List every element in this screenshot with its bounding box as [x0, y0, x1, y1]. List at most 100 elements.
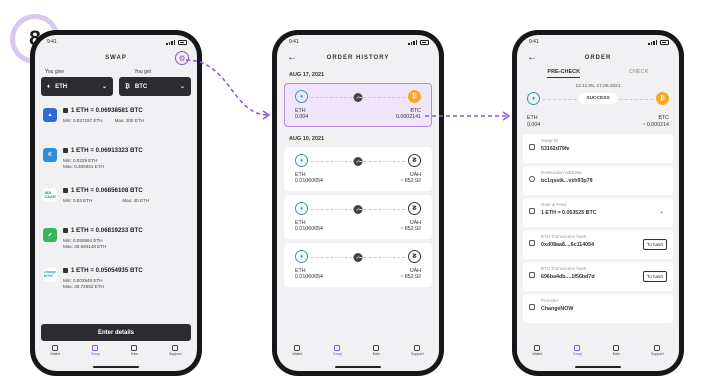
offer-item[interactable]: ➶ 1 ETH = 0.06819233 BTC Min: 0.050694 E… — [41, 222, 191, 259]
detail-eth-hash: ETH Transaction hash 0xd08aa8....6c11405… — [523, 230, 673, 260]
provider-icon — [529, 304, 535, 311]
home-indicator — [335, 366, 381, 368]
tab-swap[interactable]: Swap — [91, 345, 100, 356]
battery-icon — [178, 39, 187, 45]
detail-rate-fees[interactable]: Rate & Fees 1 ETH = 0.053525 BTC ⌄ — [523, 198, 673, 228]
chevron-down-icon: ⌄ — [101, 84, 107, 90]
provider-logo: K — [43, 148, 57, 162]
currency-selectors: ♦ ETH ⌄ ₿ BTC ⌄ — [35, 77, 197, 96]
wallet-icon — [294, 345, 301, 351]
detail-value: bc1qsstk...vxh93p78 — [541, 178, 593, 185]
order-card[interactable]: ♦ ✓ ₴ ETH 0.01060654 UAH ~ 852.92 — [284, 243, 432, 287]
order-card[interactable]: ♦ ✓ ₿ ETH 0.004 BTC 0.0002141 — [284, 83, 432, 127]
offer-min: Min: 0.0229 ETH — [63, 158, 98, 163]
battery-icon — [420, 39, 429, 45]
bottom-tab-bar: Wallet Swap Earn Support — [35, 343, 197, 363]
wallet-icon — [534, 345, 541, 351]
tab-wallet[interactable]: Wallet — [532, 345, 542, 356]
home-indicator — [93, 366, 139, 368]
uah-icon: ₴ — [408, 250, 421, 263]
detail-destination: Destination address bc1qsstk...vxh93p78 — [523, 166, 673, 196]
order-header: ← ORDER — [517, 49, 679, 67]
order-from-amount: 0.004 — [527, 121, 541, 128]
tab-check[interactable]: CHECK — [629, 69, 649, 78]
back-arrow-icon[interactable]: ← — [287, 52, 297, 63]
order-to-currency: UAH — [409, 219, 421, 226]
order-to-amount: ~ 852.92 — [400, 274, 421, 281]
status-time: 9:41 — [47, 39, 57, 45]
order-card[interactable]: ♦ ✓ ₴ ETH 0.01060654 UAH ~ 852.92 — [284, 147, 432, 191]
to-hash-button[interactable]: To hash — [642, 271, 667, 283]
swap-icon — [334, 345, 341, 351]
eth-icon: ♦ — [47, 83, 51, 90]
tab-label: Wallet — [50, 352, 61, 356]
tab-swap[interactable]: Swap — [333, 345, 342, 356]
support-icon — [654, 345, 661, 351]
order-from-amount: 0.01060654 — [295, 274, 323, 281]
wallet-icon — [52, 345, 59, 351]
provider-logo: ➶ — [43, 228, 57, 242]
get-currency-select[interactable]: ₿ BTC ⌄ — [119, 77, 191, 96]
tab-label: Wallet — [532, 352, 543, 356]
order-to-amount: ~ 852.92 — [400, 178, 421, 185]
earn-icon — [613, 345, 620, 351]
tab-wallet[interactable]: Wallet — [292, 345, 302, 356]
offer-min: Min: 0.53 ETH — [63, 198, 93, 203]
phone-order: 9:41 ← ORDER PRE-CHECK CHECK 12:11:05, 1… — [512, 30, 684, 376]
status-badge: SUCCESS — [578, 93, 618, 104]
order-card[interactable]: ♦ ✓ ₴ ETH 0.01060654 UAH ~ 852.92 — [284, 195, 432, 239]
tab-support[interactable]: Support — [651, 345, 664, 356]
offer-item[interactable]: 365 CASH 1 ETH = 0.06856108 BTC Min: 0.53… — [41, 182, 191, 219]
tab-support[interactable]: Support — [169, 345, 182, 356]
give-currency-select[interactable]: ♦ ETH ⌄ — [41, 77, 113, 96]
order-to-amount: ~ 0.000214 — [642, 121, 669, 128]
order-from-currency: ETH — [295, 171, 306, 178]
get-currency-value: BTC — [134, 83, 148, 90]
to-hash-button[interactable]: To hash — [642, 239, 667, 251]
swap-icon — [92, 345, 99, 351]
status-bar: 9:41 — [277, 35, 439, 49]
earn-icon — [131, 345, 138, 351]
phone-order-history: 9:41 ← ORDER HISTORY AUG 17, 2021 ♦ ✓ ₿ … — [272, 30, 444, 376]
eth-icon: ♦ — [295, 90, 308, 103]
offer-min: Min: 0.027157 ETH — [63, 118, 103, 123]
history-header: ← ORDER HISTORY — [277, 49, 439, 67]
offer-max: Max: 30.72593 ETH — [63, 284, 104, 289]
tab-swap[interactable]: Swap — [573, 345, 582, 356]
offer-item[interactable]: ▲ 1 ETH = 0.06938581 BTC Min: 0.027157 E… — [41, 102, 191, 139]
offer-rate: 1 ETH = 0.05054935 BTC — [71, 267, 143, 274]
offer-rate: 1 ETH = 0.06913323 BTC — [71, 147, 143, 154]
tab-wallet[interactable]: Wallet — [50, 345, 60, 356]
settings-icon[interactable]: ⚙ — [175, 51, 189, 65]
enter-details-button[interactable]: Enter details — [41, 324, 191, 341]
tab-support[interactable]: Support — [411, 345, 424, 356]
tab-earn[interactable]: Earn — [373, 345, 380, 356]
detail-value: 1 ETH = 0.053525 BTC — [541, 210, 597, 217]
order-from-currency: ETH — [295, 267, 306, 274]
back-arrow-icon[interactable]: ← — [527, 52, 537, 63]
promo-stage: 8 9:41 SWAP ⚙ You give You get ♦ — [0, 0, 720, 391]
uah-icon: ₴ — [408, 202, 421, 215]
tab-pre-check[interactable]: PRE-CHECK — [547, 69, 581, 78]
order-to-currency: UAH — [409, 171, 421, 178]
swap-header: SWAP ⚙ — [35, 49, 197, 67]
signal-icon — [408, 39, 417, 45]
offer-item[interactable]: change NOW 1 ETH = 0.05054935 BTC Min: 0.… — [41, 262, 191, 299]
status-bar: 9:41 — [517, 35, 679, 49]
tab-earn[interactable]: Earn — [613, 345, 620, 356]
divider — [311, 161, 357, 162]
order-timestamp: 12:11:05, 17.08.2021 — [575, 84, 621, 89]
tab-label: Swap — [90, 352, 100, 356]
order-screen: 9:41 ← ORDER PRE-CHECK CHECK 12:11:05, 1… — [517, 35, 679, 371]
tab-earn[interactable]: Earn — [131, 345, 138, 356]
date-heading: AUG 17, 2021 — [289, 72, 325, 78]
divider — [359, 161, 405, 162]
lock-icon — [63, 227, 68, 233]
lock-icon — [63, 147, 68, 153]
uah-icon: ₴ — [408, 154, 421, 167]
link-icon — [529, 240, 535, 247]
link-icon — [529, 144, 535, 151]
detail-provider: Provider ChangeNOW — [523, 294, 673, 324]
offer-item[interactable]: K 1 ETH = 0.06913323 BTC Min: 0.0229 ETH… — [41, 142, 191, 179]
provider-logo: change NOW — [43, 268, 57, 282]
